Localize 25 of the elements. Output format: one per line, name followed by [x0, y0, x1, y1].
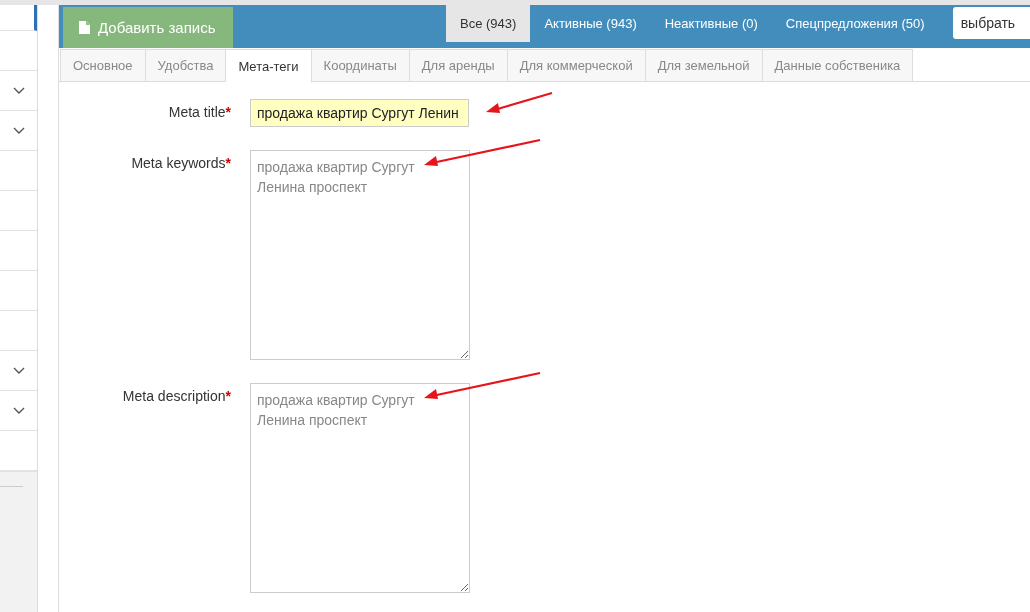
field-label: Meta keywords — [131, 155, 226, 171]
filter-tab[interactable]: Неактивные (0) — [650, 5, 772, 42]
filter-tab[interactable]: Все (943) — [446, 5, 531, 42]
required-mark: * — [225, 104, 231, 120]
tab[interactable]: Для земельной — [645, 49, 763, 82]
add-record-button[interactable]: Добавить запись — [63, 7, 233, 48]
document-icon — [79, 21, 90, 34]
tab[interactable]: Для коммерческой — [507, 49, 646, 82]
tab[interactable]: Для аренды — [409, 49, 508, 82]
filter-tab[interactable]: Спецпредложения (50) — [771, 5, 939, 42]
field-label: Meta description — [122, 388, 226, 404]
text-area[interactable]: продажа квартир Сургут Ленина проспект — [250, 383, 470, 593]
required-mark: * — [225, 155, 231, 171]
field-label: Meta title — [168, 104, 226, 120]
tab[interactable]: Данные собственика — [762, 49, 914, 82]
tab[interactable]: Основное — [60, 49, 146, 82]
text-area[interactable]: продажа квартир Сургут Ленина проспект — [250, 150, 470, 360]
text-field[interactable]: продажа квартир Сургут Ленин — [250, 99, 469, 127]
tab[interactable]: Мета-теги — [226, 49, 312, 83]
tab[interactable]: Удобства — [145, 49, 227, 82]
sidebar-item[interactable] — [0, 5, 37, 31]
tab[interactable]: Координаты — [311, 49, 410, 82]
required-mark: * — [225, 388, 231, 404]
select-field[interactable]: выбрать — [952, 7, 1030, 39]
filter-tab[interactable]: Активные (943) — [530, 5, 651, 42]
